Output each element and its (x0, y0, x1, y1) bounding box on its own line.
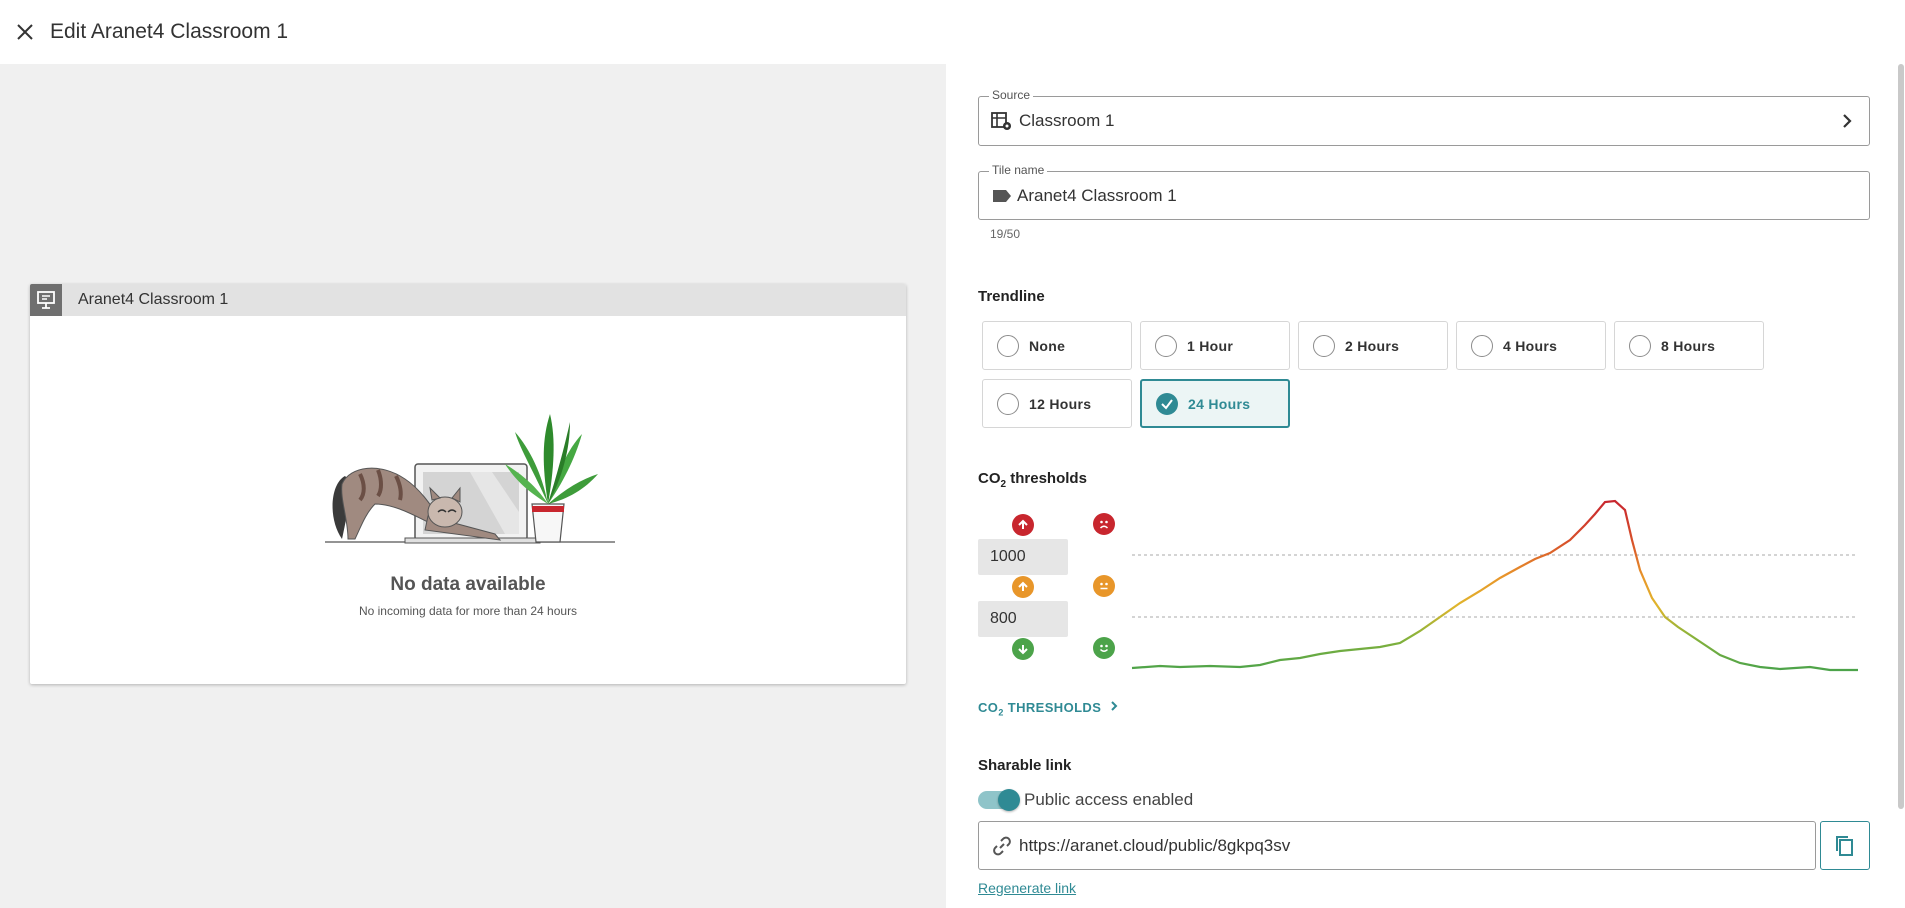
label-tag-icon (991, 185, 1013, 207)
happy-face-icon (1093, 637, 1115, 659)
co2-thresholds-label: CO2 thresholds (978, 470, 1087, 490)
tile-name-field[interactable]: Tile name Aranet4 Classroom 1 (978, 163, 1870, 220)
cat-laptop-illustration (325, 414, 615, 544)
copy-link-button[interactable] (1820, 821, 1870, 870)
source-selector[interactable]: Source Classroom 1 (978, 88, 1870, 146)
arrow-up-icon (1012, 514, 1034, 536)
close-button[interactable] (12, 19, 38, 45)
sharable-link-label: Sharable link (978, 757, 1072, 774)
share-url-field[interactable]: https://aranet.cloud/public/8gkpq3sv (978, 821, 1816, 870)
tile-header: Aranet4 Classroom 1 (30, 284, 906, 316)
radio-unchecked-icon (1629, 334, 1651, 357)
source-label: Source (989, 88, 1034, 102)
co2-thresholds-link[interactable]: CO2 THRESHOLDS (978, 700, 1119, 718)
trendline-option-2-hours[interactable]: 2 Hours (1298, 321, 1448, 370)
high-threshold-input[interactable]: 1000 (978, 539, 1068, 575)
tile-title: Aranet4 Classroom 1 (78, 291, 229, 308)
radio-unchecked-icon (1155, 334, 1177, 357)
share-url-value: https://aranet.cloud/public/8gkpq3sv (1019, 835, 1291, 855)
form-scrollbar[interactable] (1897, 64, 1905, 809)
tile-preview-panel: Aranet4 Classroom 1 No data available No… (0, 64, 946, 908)
page-title: Edit Aranet4 Classroom 1 (50, 20, 289, 43)
source-value: Classroom 1 (1019, 111, 1115, 130)
neutral-face-icon (1093, 575, 1115, 597)
low-threshold-input[interactable]: 800 (978, 601, 1068, 637)
arrow-up-icon (1012, 576, 1034, 598)
regenerate-link[interactable]: Regenerate link (978, 880, 1076, 896)
radio-unchecked-icon (1471, 334, 1493, 357)
sensor-settings-icon (991, 110, 1013, 132)
trendline-option-12-hours[interactable]: 12 Hours (982, 379, 1132, 428)
trendline-option-4-hours[interactable]: 4 Hours (1456, 321, 1606, 370)
trendline-option-1-hour[interactable]: 1 Hour (1140, 321, 1290, 370)
trendline-label: Trendline (978, 288, 1045, 305)
copy-icon (1836, 835, 1853, 856)
trendline-option-none[interactable]: None (982, 321, 1132, 370)
preview-tile: Aranet4 Classroom 1 No data available No… (30, 284, 906, 684)
public-access-toggle[interactable] (978, 789, 1020, 811)
radio-unchecked-icon (1313, 334, 1335, 357)
page-header: Edit Aranet4 Classroom 1 (0, 0, 1905, 64)
sensor-display-icon (30, 284, 62, 316)
radio-unchecked-icon (997, 392, 1019, 415)
trendline-option-24-hours[interactable]: 24 Hours (1140, 379, 1290, 428)
sad-face-icon (1093, 513, 1115, 535)
toggle-knob (998, 789, 1020, 811)
co2-threshold-illustration (1131, 499, 1858, 672)
close-icon (17, 24, 33, 40)
chevron-right-icon (1111, 701, 1118, 711)
arrow-down-icon (1012, 638, 1034, 660)
scrollbar-thumb[interactable] (1898, 64, 1904, 809)
trendline-option-8-hours[interactable]: 8 Hours (1614, 321, 1764, 370)
no-data-subtitle: No incoming data for more than 24 hours (358, 604, 578, 618)
link-icon (991, 835, 1013, 857)
public-access-label: Public access enabled (1024, 790, 1194, 809)
tile-name-input[interactable]: Aranet4 Classroom 1 (1017, 186, 1177, 206)
check-circle-icon (1156, 392, 1178, 415)
co2-trend-line (1131, 499, 1858, 672)
radio-unchecked-icon (997, 334, 1019, 357)
no-data-title: No data available (390, 574, 546, 595)
tile-name-label: Tile name (989, 163, 1048, 177)
chevron-right-icon (1843, 114, 1852, 128)
tile-name-counter: 19/50 (990, 227, 1021, 241)
